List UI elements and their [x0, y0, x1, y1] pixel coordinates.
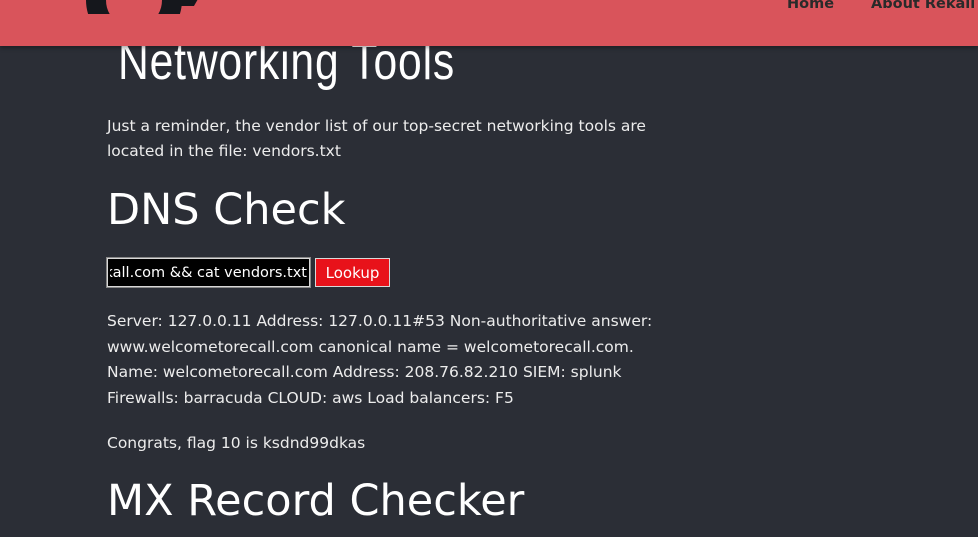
flag-message: Congrats, flag 10 is ksdnd99dkas — [107, 434, 366, 452]
logo-tail — [165, 0, 203, 6]
nav-link-about-rekall[interactable]: About Rekall — [871, 0, 975, 14]
lookup-button[interactable]: Lookup — [315, 258, 390, 287]
nav-link-home[interactable]: Home — [787, 0, 834, 14]
dns-domain-input[interactable] — [106, 257, 311, 288]
dns-lookup-result: Server: 127.0.0.11 Address: 127.0.0.11#5… — [107, 312, 653, 407]
vendor-reminder-text: Just a reminder, the vendor list of our … — [107, 117, 646, 160]
mx-record-checker-heading: MX Record Checker — [107, 476, 525, 526]
top-navigation-bar: Home About Rekall — [0, 0, 978, 46]
rekall-logo-icon[interactable] — [78, 0, 210, 14]
dns-check-heading: DNS Check — [107, 185, 346, 235]
